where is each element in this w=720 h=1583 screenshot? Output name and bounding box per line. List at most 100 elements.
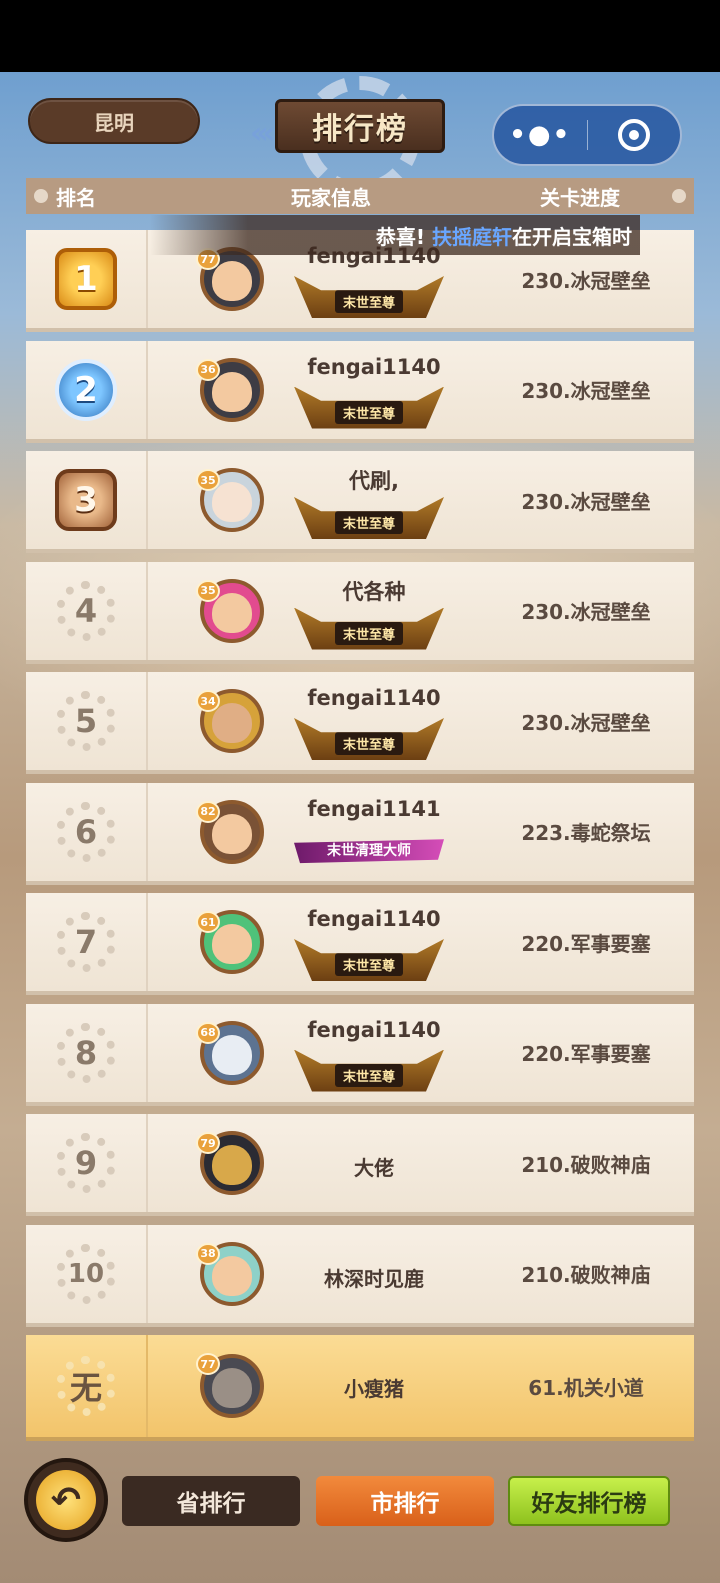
title-badge: 末世清理大师 bbox=[294, 839, 444, 864]
rank-cell: 7 bbox=[26, 893, 148, 991]
rank-gear-icon: 7 bbox=[56, 912, 116, 972]
table-row[interactable]: 3 35 代刷, 末世至尊 230.冰冠壁垒 bbox=[26, 451, 694, 553]
title-badge: 末世至尊 bbox=[294, 939, 444, 981]
level-badge: 35 bbox=[196, 469, 220, 491]
player-info: 61 fengai1140 末世至尊 bbox=[148, 893, 478, 991]
leaderboard-list: 1 77 fengai1140 末世至尊 230.冰冠壁垒 2 36 fenga… bbox=[26, 230, 694, 1450]
rank-gear-icon: 6 bbox=[56, 801, 116, 862]
title-badge: 末世至尊 bbox=[294, 497, 444, 539]
player-name: fengai1140 bbox=[307, 686, 441, 710]
title-badge: 末世至尊 bbox=[294, 607, 444, 650]
player-name: 林深时见鹿 bbox=[324, 1266, 424, 1291]
bolt-icon bbox=[672, 189, 686, 203]
marquee-player-name: 扶摇庭轩 bbox=[432, 224, 512, 249]
rank-cell: 10 bbox=[26, 1224, 148, 1323]
more-dots-icon: •●• bbox=[509, 120, 572, 150]
title-area: 排行榜 bbox=[230, 76, 490, 196]
back-button[interactable]: ↶ bbox=[24, 1458, 108, 1542]
rank-cell: 4 bbox=[26, 561, 148, 660]
table-header: 排名 玩家信息 关卡进度 bbox=[26, 178, 694, 214]
marquee-prefix: 恭喜! bbox=[375, 224, 426, 249]
player-info: 68 fengai1140 末世至尊 bbox=[148, 1004, 478, 1102]
rank-cell: 无 bbox=[26, 1335, 148, 1437]
header-progress: 关卡进度 bbox=[540, 185, 620, 210]
status-bar bbox=[0, 0, 720, 72]
progress-value: 210.破败神庙 bbox=[521, 1152, 651, 1177]
table-row[interactable]: 5 34 fengai1140 末世至尊 230.冰冠壁垒 bbox=[26, 672, 694, 774]
miniprogram-capsule: •●• bbox=[492, 104, 682, 166]
gold-medal-icon: 1 bbox=[55, 248, 117, 310]
tab-friends[interactable]: 好友排行榜 bbox=[508, 1476, 670, 1526]
player-name: 代各种 bbox=[342, 579, 406, 604]
back-arrow-icon: ↶ bbox=[36, 1470, 96, 1530]
player-name: fengai1140 bbox=[307, 354, 441, 379]
title-badge: 末世至尊 bbox=[294, 718, 444, 760]
progress-value: 230.冰冠壁垒 bbox=[521, 710, 651, 735]
rank-cell: 5 bbox=[26, 672, 148, 770]
table-row[interactable]: 9 79 大佬 210.破败神庙 bbox=[26, 1114, 694, 1216]
rank-gear-icon: 10 bbox=[56, 1243, 116, 1304]
more-button[interactable]: •●• bbox=[494, 106, 587, 164]
player-info: 35 代各种 末世至尊 bbox=[148, 562, 478, 660]
progress-value: 230.冰冠壁垒 bbox=[521, 489, 651, 514]
title-badge: 末世至尊 bbox=[294, 386, 444, 429]
rank-gear-icon: 8 bbox=[56, 1022, 116, 1083]
level-badge: 35 bbox=[196, 579, 220, 602]
table-row[interactable]: 6 82 fengai1141 末世清理大师 223.毒蛇祭坛 bbox=[26, 782, 694, 885]
progress-value: 61.机关小道 bbox=[528, 1375, 644, 1400]
player-name: 小瘦猪 bbox=[344, 1377, 404, 1401]
table-row[interactable]: 8 68 fengai1140 末世至尊 220.军事要塞 bbox=[26, 1003, 694, 1106]
level-badge: 79 bbox=[196, 1132, 220, 1154]
player-name: 代刷, bbox=[349, 469, 399, 493]
rank-cell: 8 bbox=[26, 1003, 148, 1102]
level-badge: 36 bbox=[196, 358, 220, 381]
level-badge: 77 bbox=[196, 1353, 220, 1375]
level-badge: 34 bbox=[196, 690, 220, 712]
header-player: 玩家信息 bbox=[291, 185, 371, 210]
player-name: fengai1141 bbox=[307, 796, 441, 821]
rank-gear-icon: 4 bbox=[56, 580, 116, 641]
player-info: 38 林深时见鹿 bbox=[148, 1225, 478, 1323]
player-info: 77 小瘦猪 bbox=[148, 1335, 478, 1437]
city-selector-button[interactable]: 昆明 bbox=[28, 98, 200, 144]
announcement-marquee: 恭喜! 扶摇庭轩 在开启宝箱时 bbox=[150, 215, 640, 255]
table-row[interactable]: 2 36 fengai1140 末世至尊 230.冰冠壁垒 bbox=[26, 340, 694, 443]
level-badge: 38 bbox=[196, 1242, 220, 1265]
close-button[interactable] bbox=[588, 106, 681, 164]
my-rank-row[interactable]: 无 77 小瘦猪 61.机关小道 bbox=[26, 1335, 694, 1441]
progress-value: 223.毒蛇祭坛 bbox=[521, 821, 651, 845]
rank-cell: 9 bbox=[26, 1114, 148, 1212]
header-rank: 排名 bbox=[56, 185, 96, 210]
table-row[interactable]: 7 61 fengai1140 末世至尊 220.军事要塞 bbox=[26, 893, 694, 995]
tab-province[interactable]: 省排行 bbox=[122, 1476, 300, 1526]
progress-value: 230.冰冠壁垒 bbox=[521, 379, 651, 403]
rank-cell: 1 bbox=[26, 230, 148, 328]
title-badge: 末世至尊 bbox=[294, 1049, 444, 1092]
table-row[interactable]: 4 35 代各种 末世至尊 230.冰冠壁垒 bbox=[26, 561, 694, 664]
player-name: fengai1140 bbox=[307, 907, 441, 931]
level-badge: 82 bbox=[196, 800, 220, 823]
player-info: 82 fengai1141 末世清理大师 bbox=[148, 783, 478, 881]
tab-city[interactable]: 市排行 bbox=[316, 1476, 494, 1526]
table-row[interactable]: 10 38 林深时见鹿 210.破败神庙 bbox=[26, 1224, 694, 1327]
marquee-suffix: 在开启宝箱时 bbox=[512, 224, 632, 249]
player-info: 35 代刷, 末世至尊 bbox=[148, 451, 478, 549]
progress-value: 230.冰冠壁垒 bbox=[521, 268, 651, 293]
bronze-medal-icon: 3 bbox=[55, 469, 117, 531]
level-badge: 61 bbox=[196, 911, 220, 933]
progress-value: 220.军事要塞 bbox=[521, 1042, 651, 1066]
player-name: fengai1140 bbox=[307, 1017, 441, 1042]
page-title: 排行榜 bbox=[275, 99, 445, 153]
rank-cell: 3 bbox=[26, 451, 148, 549]
rank-gear-icon: 5 bbox=[56, 691, 116, 751]
player-info: 36 fengai1140 末世至尊 bbox=[148, 341, 478, 439]
silver-medal-icon: 2 bbox=[55, 358, 117, 421]
city-label: 昆明 bbox=[94, 110, 134, 135]
level-badge: 68 bbox=[196, 1021, 220, 1044]
target-close-icon bbox=[617, 119, 650, 151]
title-badge: 末世至尊 bbox=[294, 276, 444, 318]
rank-gear-icon: 无 bbox=[56, 1356, 116, 1416]
rank-cell: 2 bbox=[26, 340, 148, 439]
player-info: 34 fengai1140 末世至尊 bbox=[148, 672, 478, 770]
progress-value: 210.破败神庙 bbox=[521, 1263, 651, 1287]
